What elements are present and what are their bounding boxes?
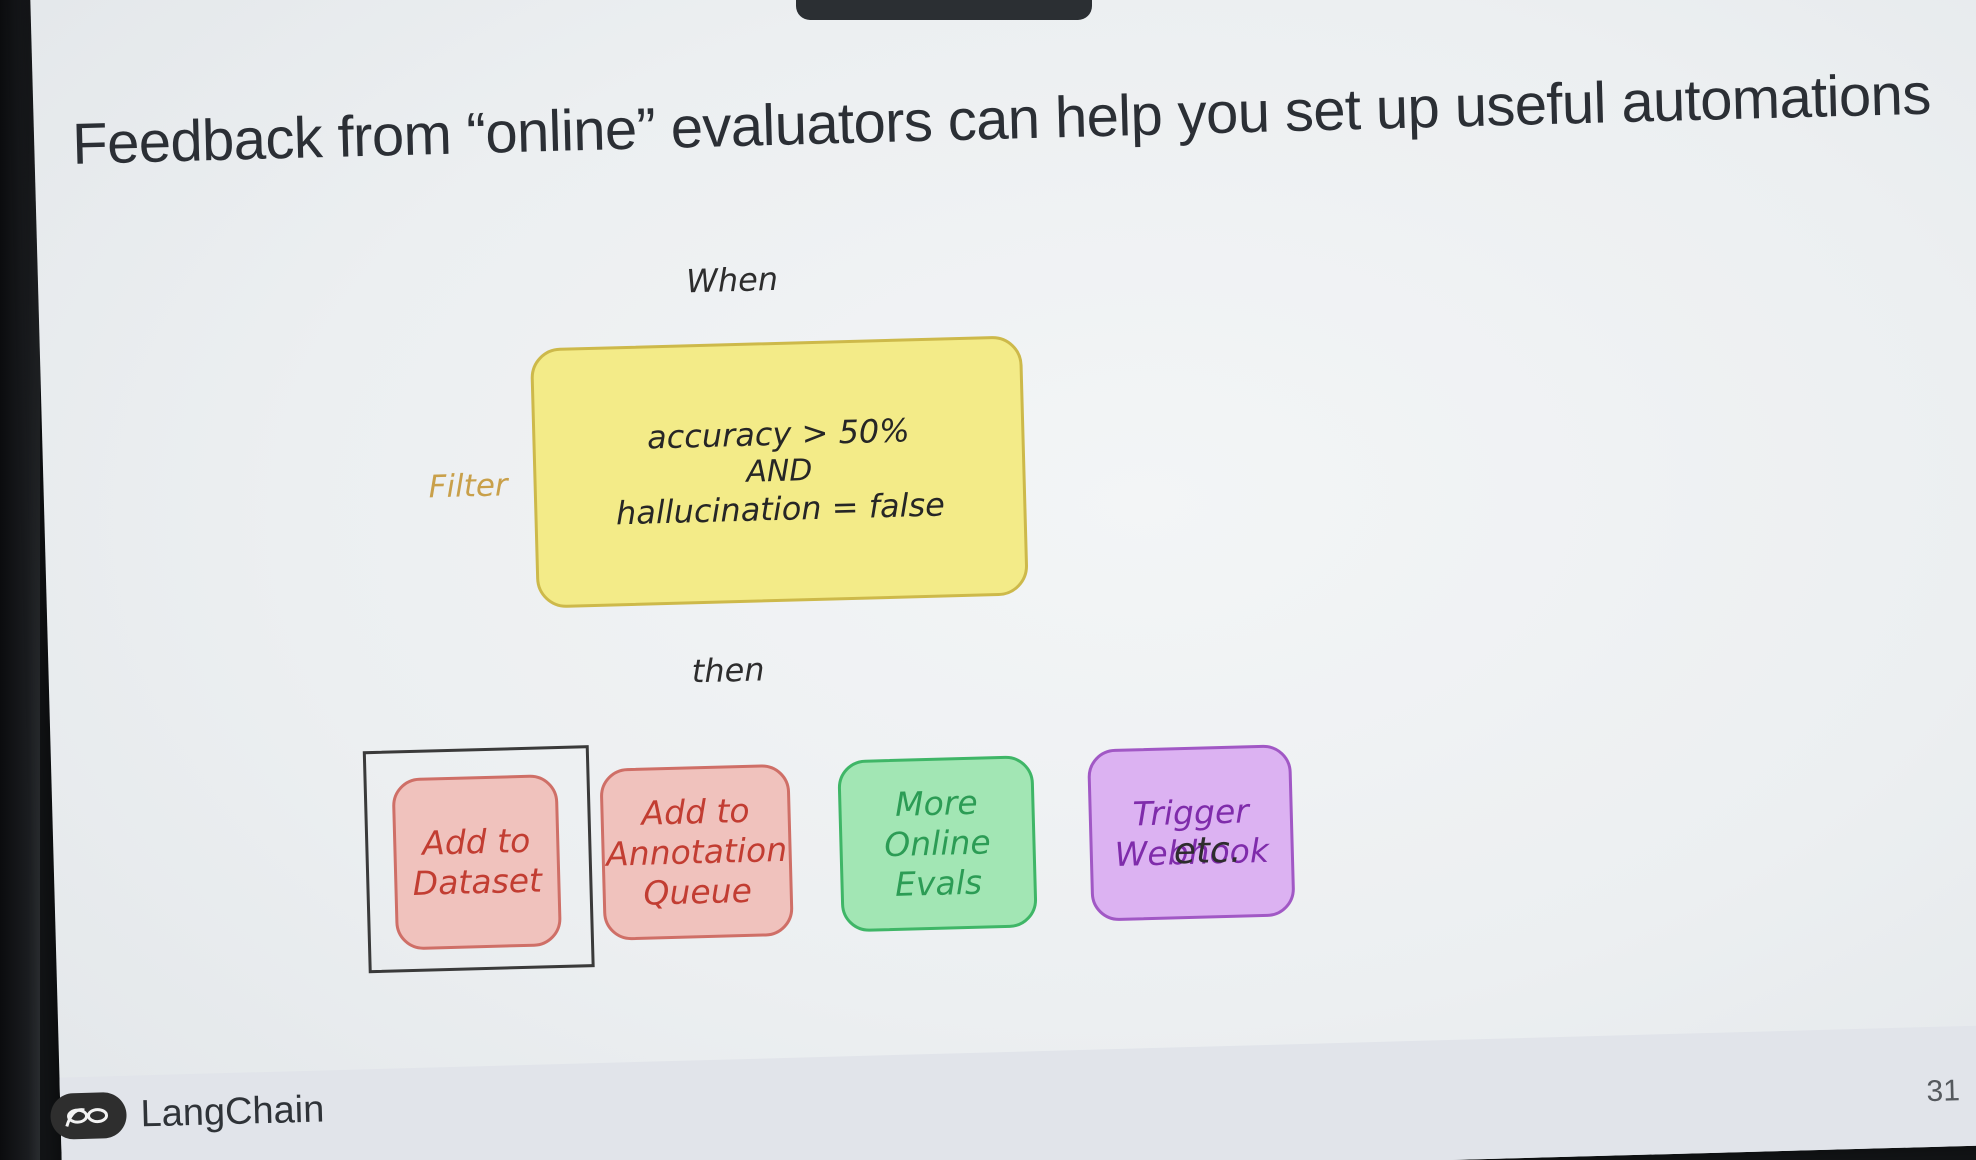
presenter-toolbar-tab: [796, 0, 1092, 20]
action-label: Dataset: [412, 860, 543, 903]
filter-condition-hallucination: hallucination = false: [615, 485, 946, 533]
action-label: Annotation: [605, 829, 788, 874]
then-label: then: [691, 650, 766, 691]
page-number: 31: [1926, 1074, 1961, 1109]
filter-label: Filter: [428, 467, 509, 506]
slide: Feedback from “online” evaluators can he…: [30, 0, 1976, 1160]
projector-photo: Feedback from “online” evaluators can he…: [0, 0, 1976, 1160]
etc-label: etc.: [1173, 829, 1242, 873]
action-label: Queue: [642, 870, 753, 913]
action-label: Add to: [640, 790, 751, 833]
action-label: Trigger: [1132, 791, 1250, 834]
when-label: When: [685, 259, 779, 301]
brand-name: LangChain: [139, 1087, 325, 1135]
action-add-to-dataset[interactable]: Add to Dataset: [391, 774, 563, 951]
screen-bezel: [0, 0, 40, 1160]
filter-condition-accuracy: accuracy > 50%: [646, 411, 911, 457]
action-label: Evals: [894, 862, 983, 905]
action-label: Add to: [421, 820, 531, 863]
action-add-to-annotation-queue[interactable]: Add to Annotation Queue: [599, 763, 794, 941]
slide-title: Feedback from “online” evaluators can he…: [71, 61, 1932, 177]
langchain-parrot-chain-icon: [49, 1091, 128, 1140]
filter-condition-operator: AND: [745, 452, 813, 490]
action-more-online-evals[interactable]: More Online Evals: [837, 755, 1038, 933]
slide-footer-bar: [59, 1023, 1976, 1160]
filter-condition-box: accuracy > 50% AND hallucination = false: [529, 335, 1029, 609]
action-label: More Online: [883, 782, 992, 865]
brand-logo: LangChain: [49, 1086, 325, 1140]
